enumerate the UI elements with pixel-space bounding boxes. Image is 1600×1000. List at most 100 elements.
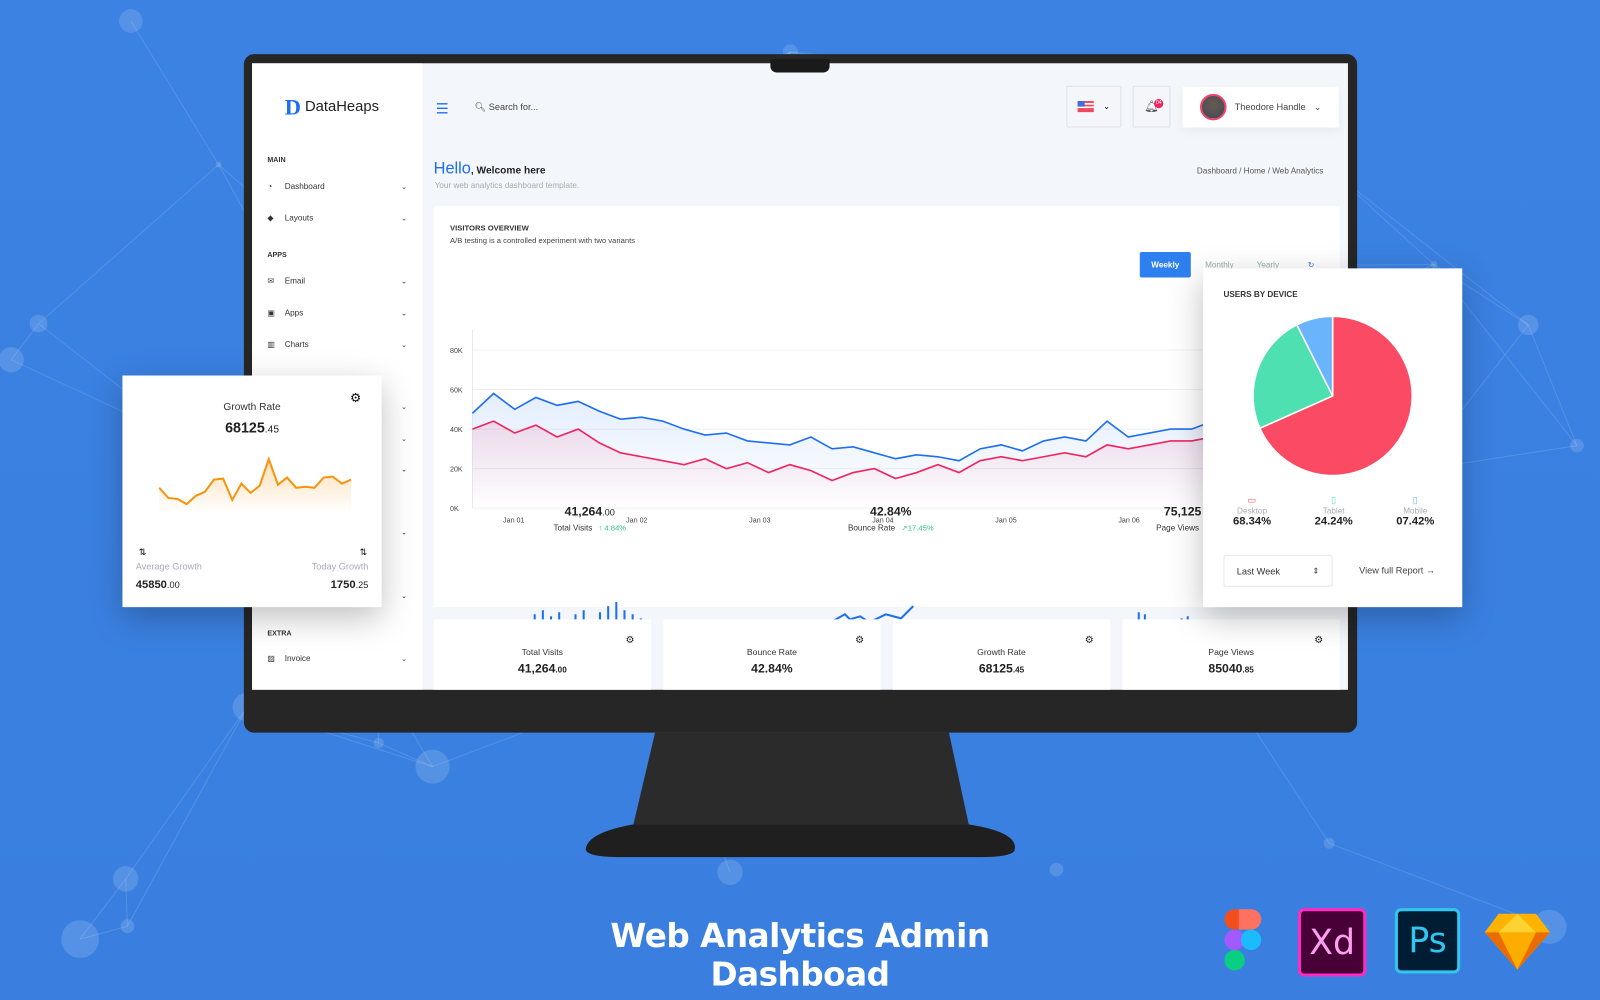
sidebar-item-email[interactable]: ✉ Email ⌄ — [267, 277, 407, 286]
network-node — [1430, 261, 1438, 268]
sidebar-item-apps[interactable]: ▣ Apps ⌄ — [267, 308, 407, 317]
sidebar-item-label: Layouts — [284, 213, 314, 223]
sort-arrows-icon: ⇅ — [359, 546, 368, 558]
x-tick-label: Jan 03 — [749, 516, 770, 524]
device-legend-mobile: ▯ Mobile 07.42% — [1374, 495, 1456, 528]
user-name: Theodore Handle — [1234, 102, 1306, 113]
promo-stage: D DataHeaps MAIN ◔ Dashboard ⌄ ◆ Layouts ⌄ AP… — [0, 0, 1600, 1000]
growth-area — [159, 459, 352, 514]
chevron-down-icon: ⌄ — [401, 183, 408, 191]
search-icon: 🔍︎ — [474, 102, 487, 113]
network-node — [717, 859, 743, 885]
card-title: Growth Rate — [223, 402, 281, 414]
growth-rate-card: Growth Rate 68125.45 ⚙ ⇅ Average Growth … — [122, 375, 382, 608]
y-tick-label: 60K — [450, 387, 463, 395]
network-node — [1518, 314, 1539, 336]
sidebar-item-layouts[interactable]: ◆ Layouts ⌄ — [267, 213, 407, 222]
mini-label: Total Visits — [521, 646, 563, 658]
card-title: USERS BY DEVICE — [1223, 289, 1298, 299]
sidebar-item-charts[interactable]: ▥ Charts ⌄ — [267, 340, 407, 349]
mini-stat-card: Growth Rate 68125.45 ⚙ — [892, 619, 1111, 690]
y-tick-label: 20K — [450, 466, 463, 474]
sidebar-item-label: Dashboard — [284, 181, 325, 191]
mini-value: 42.84% — [751, 661, 793, 676]
up-down-chevron-icon: ⇕ — [1312, 566, 1320, 576]
network-line — [126, 706, 248, 927]
sidebar-item-label: Email — [284, 276, 306, 286]
page-title: Hello, Welcome here — [434, 160, 546, 178]
network-node — [61, 920, 100, 959]
y-tick-label: 80K — [450, 347, 463, 355]
view-full-report-link[interactable]: View full Report → — [1359, 565, 1435, 575]
range-value: Last Week — [1236, 565, 1280, 577]
breadcrumb[interactable]: Dashboard / Home / Web Analytics — [1197, 166, 1323, 175]
gear-icon[interactable]: ⚙ — [626, 635, 635, 646]
sidebar-section-apps: APPS — [267, 252, 287, 260]
mini-label: Page Views — [1208, 646, 1254, 658]
network-node — [215, 161, 222, 168]
sidebar-item-label: Invoice — [284, 654, 311, 664]
figma-icon — [1212, 908, 1277, 973]
brand-logo[interactable]: D DataHeaps — [285, 94, 379, 121]
chevron-down-icon: ⌄ — [401, 655, 408, 663]
sort-arrows-icon: ⇅ — [138, 546, 147, 558]
network-node — [0, 347, 24, 373]
chevron-down-icon: ⌄ — [1103, 102, 1111, 112]
network-node — [1049, 862, 1064, 877]
chevron-down-icon: ⌄ — [401, 466, 408, 474]
chevron-down-icon: ⌄ — [401, 592, 408, 600]
growth-line-chart — [158, 456, 352, 514]
gear-icon[interactable]: ⚙ — [1085, 635, 1094, 646]
gear-icon[interactable]: ⚙ — [855, 635, 864, 646]
y-tick-label: 40K — [450, 426, 463, 434]
user-menu[interactable]: Theodore Handle ⌄ — [1182, 86, 1339, 128]
sidebar-section-main: MAIN — [267, 157, 286, 165]
network-line — [130, 20, 220, 165]
chevron-down-icon: ⌄ — [401, 404, 408, 412]
range-select[interactable]: Last Week ⇕ — [1223, 555, 1333, 587]
us-flag-icon — [1077, 101, 1095, 113]
chevron-down-icon: ⌄ — [401, 529, 408, 537]
network-node — [29, 314, 48, 333]
chevron-down-icon: ⌄ — [1313, 101, 1322, 112]
chevron-down-icon: ⌄ — [401, 278, 408, 286]
change-up: ↗17.45% — [901, 523, 934, 533]
average-growth-label: Average Growth — [135, 561, 202, 572]
tablet-icon: ▯ — [1412, 494, 1418, 506]
menu-toggle-icon[interactable]: ☰ — [436, 100, 449, 117]
mini-value: 41,264.00 — [517, 661, 567, 676]
invoice-icon: ▨ — [267, 654, 276, 664]
logo-mark-icon: D — [284, 93, 301, 120]
network-node — [120, 919, 135, 934]
sidebar-item-invoice[interactable]: ▨ Invoice ⌄ — [267, 654, 407, 663]
mini-value: 85040.85 — [1208, 661, 1254, 676]
notifications-button[interactable]: 🔔︎ 04 — [1132, 85, 1171, 128]
network-node — [1323, 837, 1335, 849]
envelope-icon: ✉ — [267, 276, 275, 286]
layers-icon: ◆ — [267, 213, 274, 223]
network-node — [119, 9, 143, 33]
bar-chart-icon: ▥ — [267, 339, 276, 349]
banner-title: Web Analytics Admin Dashboad — [610, 916, 990, 994]
dashboard-screen: D DataHeaps MAIN ◔ Dashboard ⌄ ◆ Layouts ⌄ AP… — [252, 63, 1348, 690]
sidebar-item-dashboard[interactable]: ◔ Dashboard ⌄ — [267, 182, 407, 191]
gear-icon[interactable]: ⚙ — [350, 391, 361, 405]
sketch-icon — [1484, 908, 1550, 973]
mini-stat-card: Total Visits 41,264.00 ⚙ — [433, 619, 652, 690]
chevron-down-icon: ⌄ — [401, 309, 408, 317]
network-node — [373, 737, 384, 749]
network-line — [38, 164, 219, 325]
avatar — [1199, 93, 1227, 121]
chevron-down-icon: ⌄ — [401, 435, 408, 443]
language-select[interactable]: ⌄ — [1066, 85, 1122, 128]
search-input[interactable]: 🔍︎ Search for... — [474, 102, 538, 113]
device-legend-tablet: ▯ Tablet 24.24% — [1293, 495, 1375, 528]
network-node — [113, 866, 139, 892]
sidebar-item-label: Charts — [284, 339, 309, 349]
mini-value: 68125.45 — [978, 661, 1025, 676]
average-growth-value: 45850.00 — [135, 578, 180, 591]
page-subtitle: Your web analytics dashboard template. — [434, 180, 580, 190]
today-growth-value: 1750.25 — [330, 578, 369, 591]
gear-icon[interactable]: ⚙ — [1314, 635, 1323, 646]
tablet-icon: ▯ — [1331, 494, 1337, 506]
